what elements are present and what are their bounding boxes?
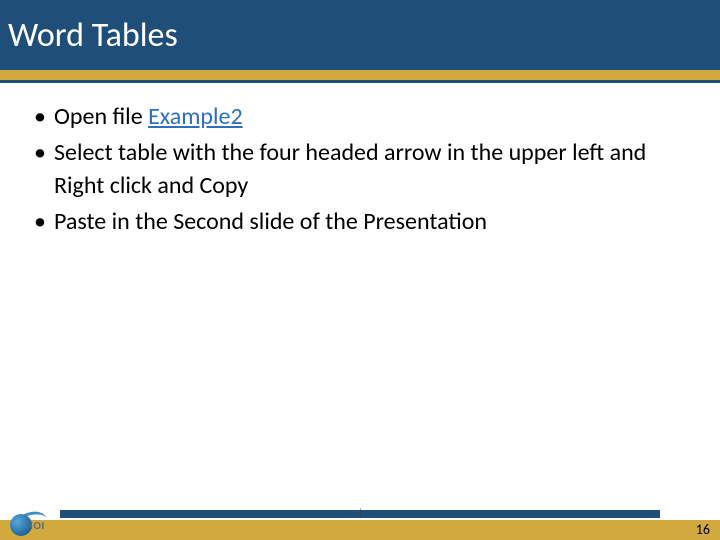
logo-text: IOI xyxy=(30,521,45,532)
footer-gold-bar xyxy=(0,520,720,540)
footer: IOI 16 xyxy=(0,504,720,540)
list-item: Open file Example2 xyxy=(28,101,692,133)
bullet-text: Select table with the four headed arrow … xyxy=(54,138,646,199)
page-number: 16 xyxy=(696,521,710,538)
slide-title: Word Tables xyxy=(8,15,178,56)
logo-globe-icon xyxy=(10,514,32,536)
footer-tick xyxy=(360,508,361,518)
bullet-text: Paste in the Second slide of the Present… xyxy=(54,207,487,236)
logo: IOI xyxy=(10,508,54,536)
slide: Word Tables Open file Example2 Select ta… xyxy=(0,0,720,540)
gold-divider xyxy=(0,70,720,80)
bullet-text-prefix: Open file xyxy=(54,102,148,131)
bullet-list: Open file Example2 Select table with the… xyxy=(28,101,692,239)
title-bar: Word Tables xyxy=(0,0,720,70)
list-item: Paste in the Second slide of the Present… xyxy=(28,206,692,238)
content-area: Open file Example2 Select table with the… xyxy=(0,83,720,239)
example-link[interactable]: Example2 xyxy=(148,102,243,131)
list-item: Select table with the four headed arrow … xyxy=(28,137,692,202)
